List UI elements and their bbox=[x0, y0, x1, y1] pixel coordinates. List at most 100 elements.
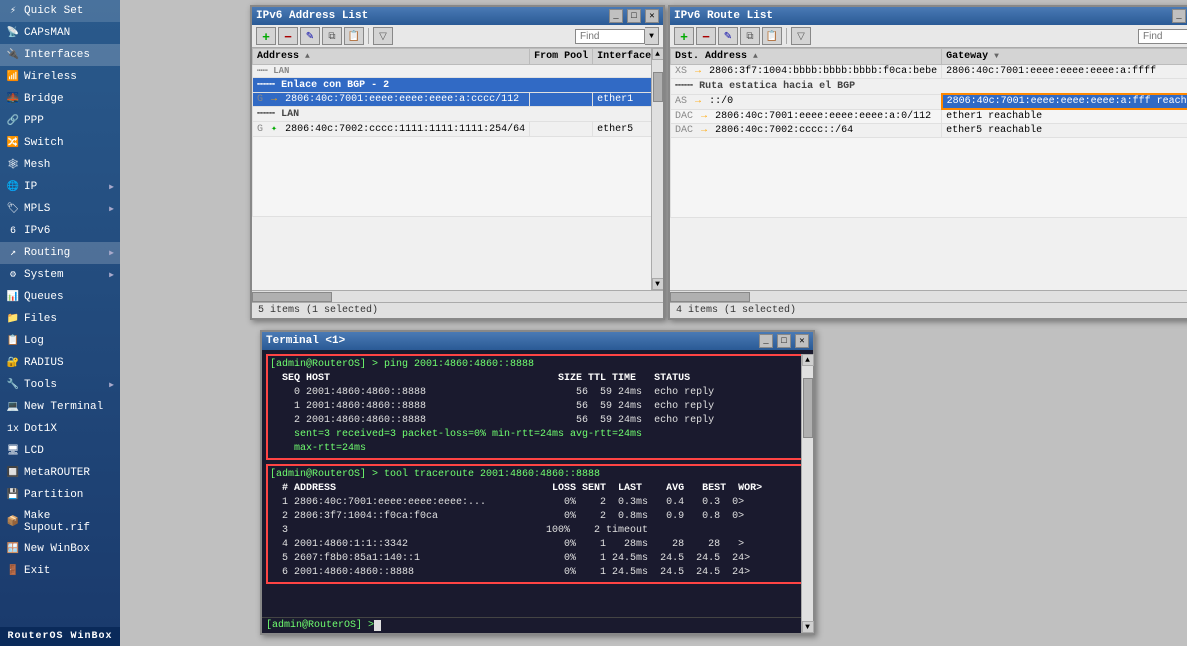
traceroute-row-5: 6 2001:4860:4860::8888 0% 1 24.5ms 24.5 … bbox=[270, 566, 805, 580]
table-row[interactable]: ⋯⋯⋯ Enlace con BGP - 2 bbox=[253, 78, 652, 93]
exit-icon: 🚪 bbox=[6, 564, 20, 578]
edit-btn[interactable]: ✎ bbox=[300, 27, 320, 45]
sidebar-item-exit[interactable]: 🚪 Exit bbox=[0, 560, 120, 582]
table-container[interactable]: Dst. Address ▲ Gateway ▼ XS → 2806:3f7:1… bbox=[670, 48, 1187, 290]
ping-max-rtt: max-rtt=24ms bbox=[270, 442, 805, 456]
radius-icon: 🔐 bbox=[6, 356, 20, 370]
col-interface[interactable]: Interface bbox=[593, 49, 651, 65]
find-dropdown-btn[interactable]: ▼ bbox=[645, 27, 659, 45]
routing-icon: ↗ bbox=[6, 246, 20, 260]
sidebar-item-new-terminal[interactable]: 💻 New Terminal bbox=[0, 396, 120, 418]
col-dst[interactable]: Dst. Address ▲ bbox=[671, 49, 942, 65]
table-container[interactable]: Address ▲ From Pool Interface ⋯⋯ LAN ⋯⋯⋯… bbox=[252, 48, 651, 290]
sidebar-item-metarouter[interactable]: 🔲 MetaROUTER bbox=[0, 462, 120, 484]
vertical-scrollbar[interactable]: ▲ ▼ bbox=[651, 48, 663, 290]
sidebar-item-quickset[interactable]: ⚡ Quick Set bbox=[0, 0, 120, 22]
col-from-pool[interactable]: From Pool bbox=[530, 49, 593, 65]
minimize-btn[interactable]: _ bbox=[609, 9, 623, 23]
partition-icon: 💾 bbox=[6, 488, 20, 502]
terminal-body[interactable]: [admin@RouterOS] > ping 2001:4860:4860::… bbox=[262, 350, 813, 617]
paste-btn[interactable]: 📋 bbox=[762, 27, 782, 45]
maximize-btn[interactable]: □ bbox=[777, 334, 791, 348]
maximize-btn[interactable]: □ bbox=[627, 9, 641, 23]
sidebar-item-partition[interactable]: 💾 Partition bbox=[0, 484, 120, 506]
find-input[interactable] bbox=[575, 29, 645, 44]
scroll-up-btn[interactable]: ▲ bbox=[652, 48, 664, 60]
table-row[interactable]: DAC → 2806:40c:7002:cccc::/64 ether5 rea… bbox=[671, 124, 1187, 138]
sidebar-item-dot1x[interactable]: 1x Dot1X bbox=[0, 418, 120, 440]
table-row[interactable]: G → 2806:40c:7001:eeee:eeee:eeee:a:cccc/… bbox=[253, 93, 652, 107]
terminal-title: Terminal <1> bbox=[266, 335, 755, 347]
filter-btn[interactable]: ▽ bbox=[791, 27, 811, 45]
filter-btn[interactable]: ▽ bbox=[373, 27, 393, 45]
table-row[interactable]: ⋯⋯⋯ LAN bbox=[253, 107, 652, 122]
minimize-btn[interactable]: _ bbox=[759, 334, 773, 348]
horizontal-scrollbar[interactable] bbox=[252, 290, 663, 302]
traceroute-header: # ADDRESS LOSS SENT LAST AVG BEST WOR> bbox=[270, 482, 805, 496]
sidebar-item-ipv6[interactable]: 6 IPv6 bbox=[0, 220, 120, 242]
h-scroll-thumb[interactable] bbox=[670, 292, 750, 302]
remove-btn[interactable]: − bbox=[696, 27, 716, 45]
edit-btn[interactable]: ✎ bbox=[718, 27, 738, 45]
sidebar-item-routing[interactable]: ↗ Routing ▶ bbox=[0, 242, 120, 264]
add-btn[interactable]: + bbox=[674, 27, 694, 45]
toolbar-sep bbox=[368, 28, 369, 44]
table-row[interactable]: ⋯⋯⋯ Ruta estatica hacia el BGP bbox=[671, 79, 1187, 95]
scroll-down-btn[interactable]: ▼ bbox=[652, 278, 664, 290]
ipv6-icon: 6 bbox=[6, 224, 20, 238]
table-row[interactable]: G ✦ 2806:40c:7002:cccc:1111:1111:1111:25… bbox=[253, 122, 652, 137]
mpls-arrow: ▶ bbox=[109, 204, 114, 214]
scroll-down-btn[interactable]: ▼ bbox=[802, 621, 814, 633]
add-btn[interactable]: + bbox=[256, 27, 276, 45]
find-input[interactable] bbox=[1138, 29, 1187, 44]
sidebar-item-capsman[interactable]: 📡 CAPsMAN bbox=[0, 22, 120, 44]
paste-btn[interactable]: 📋 bbox=[344, 27, 364, 45]
col-gateway[interactable]: Gateway ▼ bbox=[942, 49, 1187, 65]
ipv6-addr-titlebar[interactable]: IPv6 Address List _ □ ✕ bbox=[252, 7, 663, 25]
ping-row-0: 0 2001:4860:4860::8888 56 59 24ms echo r… bbox=[270, 386, 805, 400]
h-scroll-thumb[interactable] bbox=[252, 292, 332, 302]
traceroute-cmd: [admin@RouterOS] > tool traceroute 2001:… bbox=[270, 468, 805, 482]
sidebar-item-new-winbox[interactable]: 🪟 New WinBox bbox=[0, 538, 120, 560]
sidebar-item-mpls[interactable]: 🏷 MPLS ▶ bbox=[0, 198, 120, 220]
table-row[interactable]: ⋯⋯ LAN bbox=[253, 65, 652, 78]
sidebar-item-lcd[interactable]: 🖥 LCD bbox=[0, 440, 120, 462]
table-row[interactable]: DAC → 2806:40c:7001:eeee:eeee:eeee:a:0/1… bbox=[671, 109, 1187, 124]
sidebar-item-switch[interactable]: 🔀 Switch bbox=[0, 132, 120, 154]
sidebar-item-interfaces[interactable]: 🔌 Interfaces bbox=[0, 44, 120, 66]
sidebar-item-bridge[interactable]: 🌉 Bridge bbox=[0, 88, 120, 110]
ipv6-route-titlebar[interactable]: IPv6 Route List _ □ ✕ bbox=[670, 7, 1187, 25]
sidebar-item-radius[interactable]: 🔐 RADIUS bbox=[0, 352, 120, 374]
close-btn[interactable]: ✕ bbox=[795, 334, 809, 348]
terminal-titlebar[interactable]: Terminal <1> _ □ ✕ bbox=[262, 332, 813, 350]
mesh-icon: 🕸 bbox=[6, 158, 20, 172]
system-arrow: ▶ bbox=[109, 270, 114, 280]
sidebar-item-wireless[interactable]: 📶 Wireless bbox=[0, 66, 120, 88]
tools-arrow: ▶ bbox=[109, 380, 114, 390]
sidebar-item-queues[interactable]: 📊 Queues bbox=[0, 286, 120, 308]
sidebar-item-ip[interactable]: 🌐 IP ▶ bbox=[0, 176, 120, 198]
terminal-scrollbar[interactable]: ▲ ▼ bbox=[801, 354, 813, 633]
wireless-icon: 📶 bbox=[6, 70, 20, 84]
scroll-up-btn[interactable]: ▲ bbox=[802, 354, 814, 366]
switch-icon: 🔀 bbox=[6, 136, 20, 150]
table-row[interactable]: AS → ::/0 2806:40c:7001:eeee:eeee:eeee:a… bbox=[671, 94, 1187, 109]
sidebar-item-tools[interactable]: 🔧 Tools ▶ bbox=[0, 374, 120, 396]
table-row[interactable]: XS → 2806:3f7:1004:bbbb:bbbb:bbbb:f0ca:b… bbox=[671, 65, 1187, 79]
close-btn[interactable]: ✕ bbox=[645, 9, 659, 23]
sidebar-item-make-supout[interactable]: 📦 Make Supout.rif bbox=[0, 506, 120, 538]
copy-btn[interactable]: ⧉ bbox=[740, 27, 760, 45]
minimize-btn[interactable]: _ bbox=[1172, 9, 1186, 23]
remove-btn[interactable]: − bbox=[278, 27, 298, 45]
scroll-thumb[interactable] bbox=[803, 378, 813, 438]
sidebar-item-mesh[interactable]: 🕸 Mesh bbox=[0, 154, 120, 176]
horizontal-scrollbar[interactable] bbox=[670, 290, 1187, 302]
sidebar-item-files[interactable]: 📁 Files bbox=[0, 308, 120, 330]
sidebar-item-log[interactable]: 📋 Log bbox=[0, 330, 120, 352]
copy-btn[interactable]: ⧉ bbox=[322, 27, 342, 45]
sidebar-item-ppp[interactable]: 🔗 PPP bbox=[0, 110, 120, 132]
col-address[interactable]: Address ▲ bbox=[253, 49, 530, 65]
sidebar-item-system[interactable]: ⚙ System ▶ bbox=[0, 264, 120, 286]
table-area: Address ▲ From Pool Interface ⋯⋯ LAN ⋯⋯⋯… bbox=[252, 48, 663, 290]
scroll-thumb[interactable] bbox=[653, 72, 663, 102]
